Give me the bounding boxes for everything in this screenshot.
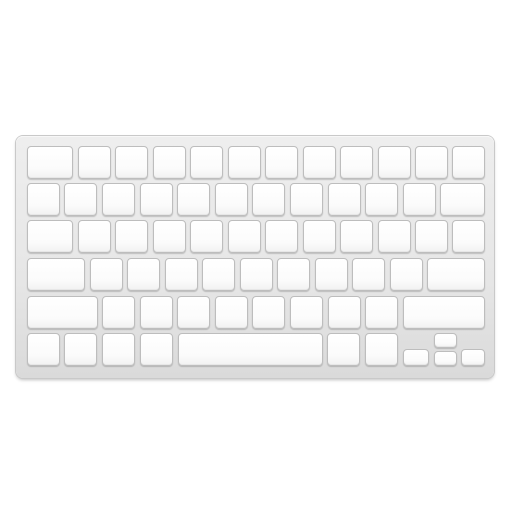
function-row-key-7[interactable] bbox=[265, 146, 298, 179]
number-row-key-8[interactable] bbox=[290, 183, 323, 216]
function-row-key-12[interactable] bbox=[452, 146, 485, 179]
function-row-key-10[interactable] bbox=[378, 146, 411, 179]
home-row-key-10[interactable] bbox=[390, 258, 423, 291]
function-row-key-4[interactable] bbox=[153, 146, 186, 179]
top-letter-row-key-6[interactable] bbox=[228, 220, 261, 253]
number-row-key-7[interactable] bbox=[252, 183, 285, 216]
top-letter-row-key-1[interactable] bbox=[27, 220, 73, 253]
top-letter-row-key-10[interactable] bbox=[378, 220, 411, 253]
home-row-key-7[interactable] bbox=[277, 258, 310, 291]
bottom-letter-row-key-10[interactable] bbox=[403, 296, 485, 329]
bottom-letter-row-key-2[interactable] bbox=[102, 296, 135, 329]
function-row-key-5[interactable] bbox=[190, 146, 223, 179]
function-row-key-9[interactable] bbox=[340, 146, 373, 179]
top-letter-row-key-11[interactable] bbox=[415, 220, 448, 253]
function-row-key-8[interactable] bbox=[303, 146, 336, 179]
bottom-letter-row-key-3[interactable] bbox=[140, 296, 173, 329]
function-row-key-6[interactable] bbox=[228, 146, 261, 179]
arrow-down-key[interactable] bbox=[434, 351, 457, 366]
function-row-key-11[interactable] bbox=[415, 146, 448, 179]
number-row-key-6[interactable] bbox=[215, 183, 248, 216]
bottom-letter-row-key-4[interactable] bbox=[177, 296, 210, 329]
function-row-key-3[interactable] bbox=[115, 146, 148, 179]
home-row-key-9[interactable] bbox=[352, 258, 385, 291]
modifier-row-key-2[interactable] bbox=[64, 333, 97, 366]
bottom-letter-row-key-5[interactable] bbox=[215, 296, 248, 329]
top-letter-row-key-8[interactable] bbox=[303, 220, 336, 253]
top-letter-row-key-7[interactable] bbox=[265, 220, 298, 253]
modifier-row-key-3[interactable] bbox=[102, 333, 135, 366]
top-letter-row-key-9[interactable] bbox=[340, 220, 373, 253]
function-row-key-1[interactable] bbox=[27, 146, 73, 179]
number-row-key-11[interactable] bbox=[403, 183, 436, 216]
arrow-right-key[interactable] bbox=[461, 349, 485, 366]
number-row-key-4[interactable] bbox=[140, 183, 173, 216]
number-row-key-3[interactable] bbox=[102, 183, 135, 216]
number-row-key-2[interactable] bbox=[64, 183, 97, 216]
home-row-key-2[interactable] bbox=[90, 258, 123, 291]
modifier-row-key-5[interactable] bbox=[327, 333, 360, 366]
number-row-key-5[interactable] bbox=[177, 183, 210, 216]
bottom-letter-row-key-9[interactable] bbox=[365, 296, 398, 329]
function-row-key-2[interactable] bbox=[78, 146, 111, 179]
home-row-key-5[interactable] bbox=[202, 258, 235, 291]
top-letter-row-key-4[interactable] bbox=[153, 220, 186, 253]
bottom-letter-row-key-8[interactable] bbox=[328, 296, 361, 329]
number-row-key-12[interactable] bbox=[440, 183, 485, 216]
modifier-row-key-1[interactable] bbox=[27, 333, 60, 366]
home-row-key-11[interactable] bbox=[427, 258, 485, 291]
top-letter-row-key-5[interactable] bbox=[190, 220, 223, 253]
home-row-key-4[interactable] bbox=[165, 258, 198, 291]
home-row-key-1[interactable] bbox=[27, 258, 85, 291]
top-letter-row-key-2[interactable] bbox=[78, 220, 111, 253]
space-bar[interactable] bbox=[178, 333, 323, 366]
modifier-row-key-4[interactable] bbox=[140, 333, 173, 366]
bottom-letter-row-key-6[interactable] bbox=[252, 296, 285, 329]
bottom-letter-row-key-7[interactable] bbox=[290, 296, 323, 329]
number-row-key-9[interactable] bbox=[328, 183, 361, 216]
home-row-key-3[interactable] bbox=[127, 258, 160, 291]
top-letter-row-key-12[interactable] bbox=[452, 220, 485, 253]
home-row-key-8[interactable] bbox=[315, 258, 348, 291]
number-row-key-1[interactable] bbox=[27, 183, 60, 216]
arrow-up-key[interactable] bbox=[434, 333, 457, 348]
modifier-row-key-6[interactable] bbox=[365, 333, 398, 366]
keyboard-icon bbox=[16, 136, 494, 378]
arrow-left-key[interactable] bbox=[403, 349, 429, 366]
number-row-key-10[interactable] bbox=[365, 183, 398, 216]
top-letter-row-key-3[interactable] bbox=[115, 220, 148, 253]
bottom-letter-row-key-1[interactable] bbox=[27, 296, 98, 329]
home-row-key-6[interactable] bbox=[240, 258, 273, 291]
